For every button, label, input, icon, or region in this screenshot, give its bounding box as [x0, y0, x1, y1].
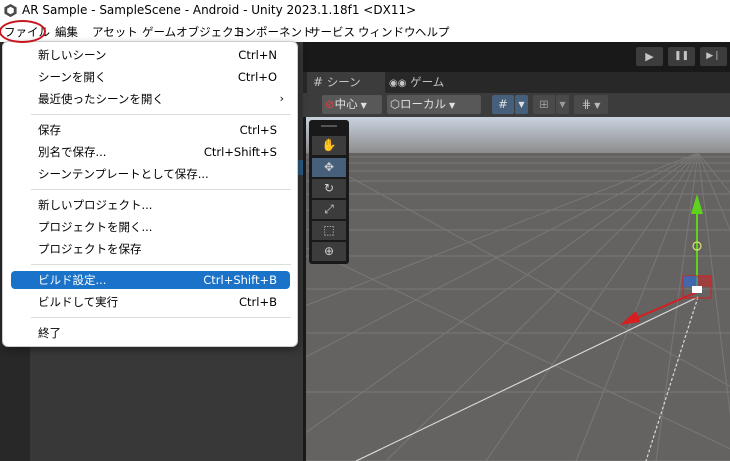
- pivot-dropdown[interactable]: ⊘中心 ▼: [322, 95, 382, 114]
- menu-item-recent-scenes[interactable]: 最近使ったシーンを開く ›: [11, 90, 290, 108]
- transform-tool-button[interactable]: ⊕: [312, 242, 346, 261]
- menu-item-shortcut: Ctrl+Shift+S: [203, 145, 277, 159]
- cube-icon: ⬡: [390, 97, 401, 111]
- menu-item-new-scene[interactable]: 新しいシーン Ctrl+N: [11, 46, 290, 64]
- menu-item-build-and-run[interactable]: ビルドして実行 Ctrl+B: [11, 293, 290, 311]
- menu-separator: [31, 264, 291, 265]
- menu-item-save-as-template[interactable]: シーンテンプレートとして保存...: [11, 165, 290, 183]
- menu-item-open-scene[interactable]: シーンを開く Ctrl+O: [11, 68, 290, 86]
- menu-edit[interactable]: 編集: [55, 24, 78, 40]
- menu-item-label: シーンを開く: [38, 70, 107, 84]
- tab-scene-label: シーン: [326, 75, 361, 89]
- chevron-down-icon: ▼: [360, 101, 367, 110]
- hand-tool-button[interactable]: ✋: [312, 136, 346, 155]
- grid-snap-button[interactable]: #: [492, 95, 514, 114]
- menu-bar: ファイル 編集 アセット ゲームオブジェクト コンポーネント サービス ウィンド…: [0, 21, 730, 42]
- menu-separator: [31, 317, 291, 318]
- rect-tool-button[interactable]: ⬚: [312, 221, 346, 240]
- step-button[interactable]: ▶❘: [700, 47, 727, 66]
- menu-item-shortcut: Ctrl+Shift+B: [203, 273, 277, 287]
- ruler-icon: ⋕: [581, 97, 592, 111]
- chevron-right-icon: ›: [279, 92, 284, 105]
- file-menu-dropdown: 新しいシーン Ctrl+N シーンを開く Ctrl+O 最近使ったシーンを開く …: [2, 41, 298, 347]
- menu-assets[interactable]: アセット: [92, 24, 138, 40]
- window-title: AR Sample - SampleScene - Android - Unit…: [22, 3, 417, 17]
- chevron-down-icon: ▼: [449, 101, 456, 110]
- menu-item-label: プロジェクトを開く...: [38, 220, 153, 234]
- tab-game-label: ゲーム: [410, 75, 445, 89]
- menu-item-open-project[interactable]: プロジェクトを開く...: [11, 218, 290, 236]
- menu-item-label: 新しいシーン: [38, 48, 107, 62]
- move-tool-button[interactable]: ✥: [312, 158, 346, 177]
- hand-tool-icon: ✋: [321, 138, 337, 152]
- menu-services[interactable]: サービス: [309, 24, 355, 40]
- title-bar: AR Sample - SampleScene - Android - Unit…: [0, 0, 730, 21]
- grid-snap-dropdown[interactable]: ▼: [515, 95, 528, 114]
- rect-tool-icon: ⬚: [323, 223, 335, 237]
- menu-item-new-project[interactable]: 新しいプロジェクト...: [11, 196, 290, 214]
- menu-item-save[interactable]: 保存 Ctrl+S: [11, 121, 290, 139]
- menu-help[interactable]: ヘルプ: [415, 24, 450, 40]
- menu-component[interactable]: コンポーネント: [233, 24, 314, 40]
- chevron-down-icon: ▼: [594, 101, 601, 110]
- menu-separator: [31, 114, 291, 115]
- menu-window[interactable]: ウィンドウ: [358, 24, 416, 40]
- pivot-icon: ⊘: [325, 97, 335, 111]
- menu-gameobject[interactable]: ゲームオブジェクト: [142, 24, 245, 40]
- menu-item-shortcut: Ctrl+S: [239, 123, 277, 137]
- menu-item-label: 保存: [38, 123, 61, 137]
- move-tool-icon: ✥: [323, 160, 335, 174]
- menu-item-label: 最近使ったシーンを開く: [38, 92, 164, 106]
- menu-item-label: ビルド設定...: [38, 273, 107, 287]
- increment-snap-button[interactable]: ⋕ ▼: [574, 95, 608, 114]
- tab-game[interactable]: ◉◉ ゲーム: [383, 72, 461, 93]
- menu-item-label: 別名で保存...: [38, 145, 107, 159]
- palette-handle[interactable]: [321, 125, 337, 127]
- snap-increment-dropdown[interactable]: ▼: [556, 95, 569, 114]
- grid-icon: #: [313, 75, 324, 89]
- gamepad-icon: ◉◉: [389, 78, 407, 89]
- rotate-tool-button[interactable]: ↻: [312, 179, 346, 198]
- unity-logo-icon: [4, 3, 17, 18]
- menu-item-shortcut: Ctrl+O: [237, 70, 277, 84]
- menu-item-save-as[interactable]: 別名で保存... Ctrl+Shift+S: [11, 143, 290, 161]
- chevron-down-icon: ▼: [518, 100, 525, 109]
- tool-palette: ✋ ✥ ↻ ⤢ ⬚ ⊕: [309, 120, 349, 264]
- pause-button[interactable]: ❚❚: [668, 47, 695, 66]
- menu-item-exit[interactable]: 終了: [11, 324, 290, 342]
- menu-item-label: 終了: [38, 326, 61, 340]
- scale-tool-button[interactable]: ⤢: [312, 200, 346, 219]
- menu-item-label: ビルドして実行: [38, 295, 119, 309]
- pivot-label: 中心: [334, 97, 358, 111]
- chevron-down-icon: ▼: [559, 100, 566, 109]
- menu-item-label: プロジェクトを保存: [38, 242, 142, 256]
- tab-scene[interactable]: # シーン: [307, 72, 385, 93]
- menu-item-save-project[interactable]: プロジェクトを保存: [11, 240, 290, 258]
- transform-tool-icon: ⊕: [323, 244, 335, 258]
- menu-item-label: 新しいプロジェクト...: [38, 198, 153, 212]
- annotation-circle: [0, 20, 46, 43]
- rotate-tool-icon: ↻: [323, 181, 335, 195]
- menu-item-shortcut: Ctrl+N: [238, 48, 277, 62]
- menu-item-build-settings[interactable]: ビルド設定... Ctrl+Shift+B: [11, 271, 290, 289]
- menu-item-shortcut: Ctrl+B: [239, 295, 277, 309]
- space-dropdown[interactable]: ⬡ローカル ▼: [387, 95, 481, 114]
- scale-tool-icon: ⤢: [324, 202, 334, 216]
- top-toolbar: [303, 42, 730, 72]
- menu-separator: [31, 189, 291, 190]
- snap-increment-button[interactable]: ⊞: [533, 95, 555, 114]
- space-label: ローカル: [400, 97, 447, 111]
- play-button[interactable]: ▶: [636, 47, 663, 66]
- snap-icon: ⊞: [539, 97, 549, 111]
- menu-item-label: シーンテンプレートとして保存...: [38, 167, 209, 181]
- grid-snap-icon: #: [498, 97, 508, 111]
- transform-gizmo[interactable]: [606, 190, 730, 330]
